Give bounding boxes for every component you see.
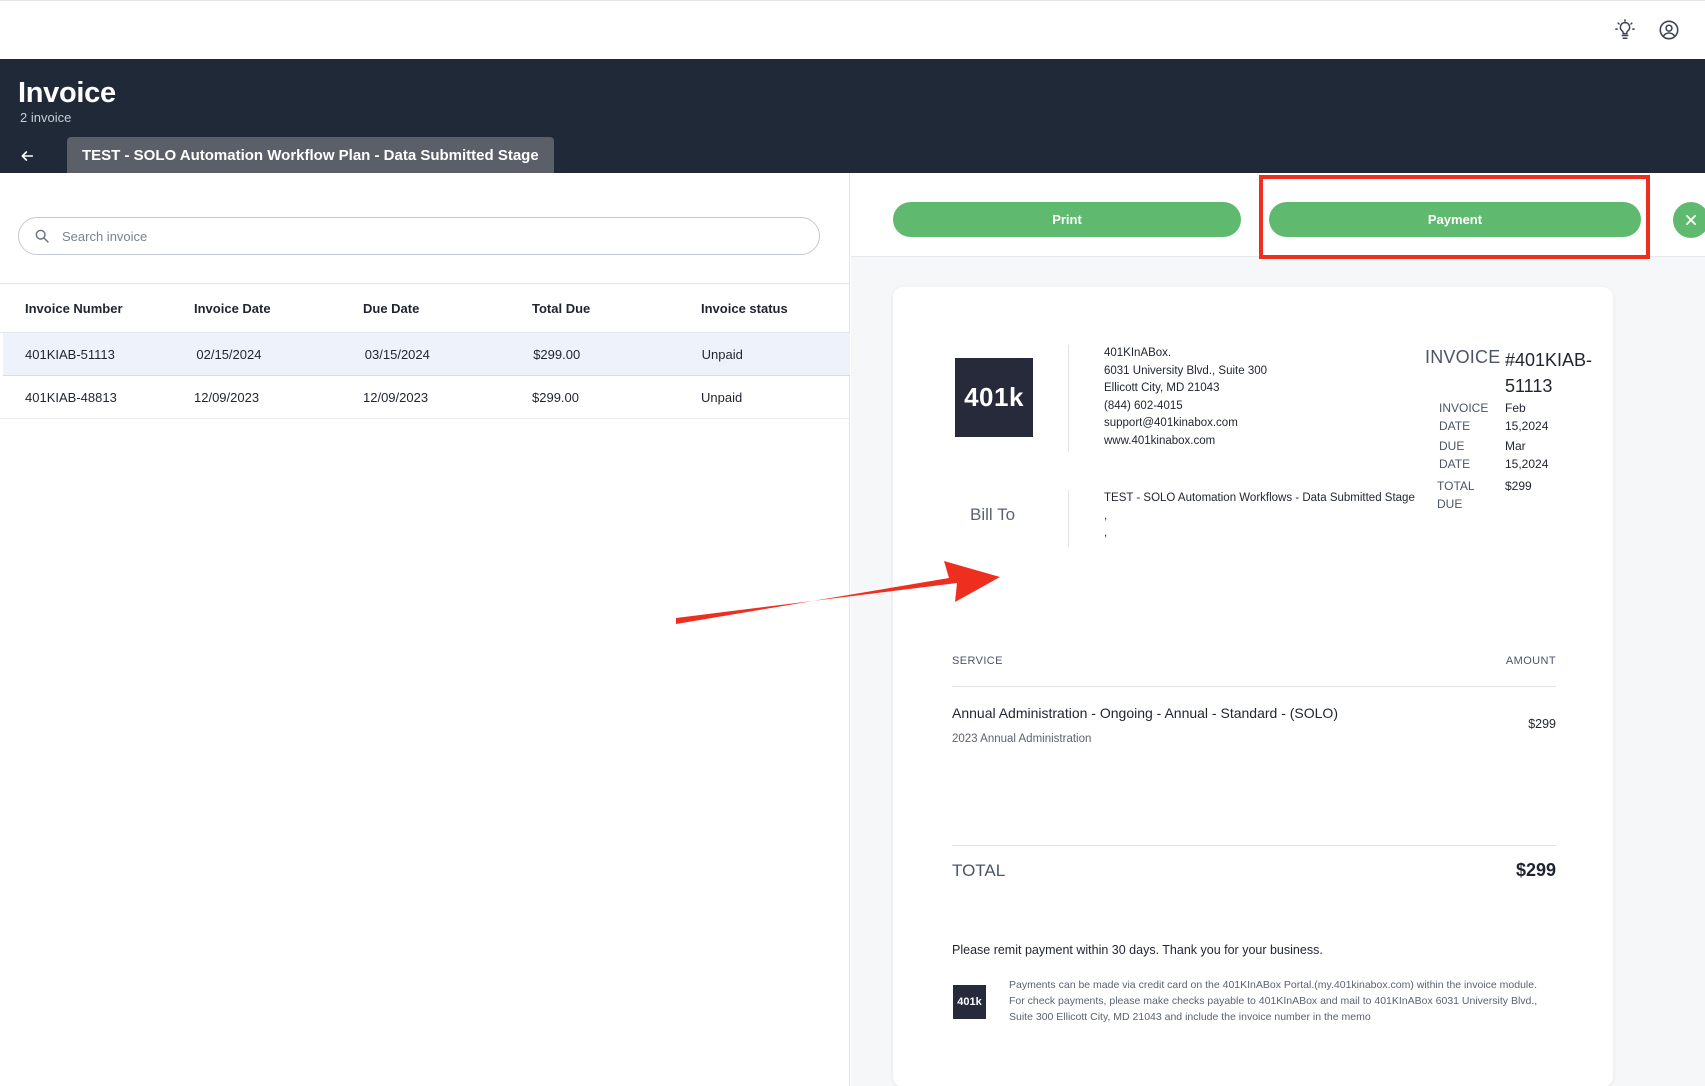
service-table-header: SERVICE AMOUNT — [952, 655, 1556, 667]
company-line: (844) 602-4015 — [1104, 399, 1183, 412]
bill-to-label: Bill To — [970, 505, 1016, 524]
company-line: 401KInABox. — [1104, 347, 1172, 359]
service-description: 2023 Annual Administration — [952, 733, 1092, 745]
search-input[interactable] — [62, 228, 762, 244]
search-bar[interactable] — [18, 217, 820, 255]
invoice-date-cell: 02/15/2024 — [196, 346, 262, 362]
due-date-label: DUE DATE — [1439, 439, 1471, 471]
tab-plan[interactable]: TEST - SOLO Automation Workflow Plan - D… — [67, 137, 554, 173]
invoice-number-cell: 401KIAB-51113 — [25, 346, 115, 362]
column-header-invoice-number[interactable]: Invoice Number — [0, 301, 169, 316]
total-due-cell: $299.00 — [533, 346, 581, 362]
back-arrow-icon[interactable] — [16, 145, 38, 167]
due-date-cell: 12/09/2023 — [363, 389, 429, 405]
invoice-date-value: Feb 15,2024 — [1505, 401, 1549, 433]
invoice-count: 2 invoice — [20, 110, 72, 125]
bill-to-address: TEST - SOLO Automation Workflows - Data … — [1104, 490, 1415, 543]
table-row[interactable]: 401KIAB-51113 02/15/2024 03/15/2024 $299… — [3, 333, 850, 376]
invoice-table: Invoice Number Invoice Date Due Date Tot… — [0, 283, 850, 419]
column-header-total-due[interactable]: Total Due — [507, 301, 676, 316]
service-name: Annual Administration - Ongoing - Annual… — [952, 705, 1338, 721]
page-header: Invoice 2 invoice TEST - SOLO Automation… — [0, 59, 1705, 173]
search-icon — [34, 227, 52, 245]
company-address: 401KInABox. 6031 University Blvd., Suite… — [1104, 345, 1267, 450]
invoice-list-panel: Invoice Number Invoice Date Due Date Tot… — [0, 173, 850, 1086]
divider — [952, 845, 1556, 846]
column-header-invoice-date[interactable]: Invoice Date — [169, 301, 338, 316]
due-date-value: Mar 15,2024 — [1505, 439, 1549, 471]
company-line: www.401kinabox.com — [1104, 434, 1216, 447]
app-root: Invoice 2 invoice TEST - SOLO Automation… — [0, 0, 1705, 1086]
account-circle-icon[interactable] — [1656, 17, 1682, 43]
divider — [1068, 490, 1069, 547]
company-line: support@401kinabox.com — [1104, 417, 1238, 429]
column-header-due-date[interactable]: Due Date — [338, 301, 507, 316]
amount-header: AMOUNT — [1505, 655, 1556, 667]
service-header: SERVICE — [952, 655, 1003, 667]
invoice-document: 401k 401KInABox. 6031 University Blvd., … — [893, 287, 1613, 1086]
company-line: Ellicott City, MD 21043 — [1104, 382, 1220, 394]
company-line: 6031 University Blvd., Suite 300 — [1104, 364, 1268, 377]
status-cell: Unpaid — [701, 346, 743, 362]
invoice-detail-panel: Print Payment 401k 401KInABox. 6031 Univ… — [851, 173, 1705, 1086]
total-due-cell: $299.00 — [532, 389, 579, 405]
total-due-label: TOTAL DUE — [1437, 479, 1475, 511]
service-amount: $299 — [1528, 717, 1556, 731]
invoice-number-cell: 401KIAB-48813 — [25, 389, 117, 405]
table-row[interactable]: 401KIAB-48813 12/09/2023 12/09/2023 $299… — [0, 376, 850, 419]
annotation-highlight-box — [1259, 175, 1650, 259]
invoice-number: #401KIAB-51113 — [1505, 350, 1593, 396]
print-button[interactable]: Print — [893, 202, 1241, 237]
payment-instructions: Payments can be made via credit card on … — [1009, 979, 1538, 1023]
invoice-label: INVOICE — [1425, 347, 1501, 367]
total-label: TOTAL — [952, 861, 1006, 880]
invoice-date-label: INVOICE DATE — [1439, 401, 1489, 433]
close-icon[interactable] — [1673, 202, 1705, 238]
status-cell: Unpaid — [701, 389, 743, 405]
total-value: $299 — [1515, 860, 1556, 880]
bill-to-line: , — [1104, 527, 1108, 539]
divider — [952, 686, 1556, 687]
column-header-invoice-status[interactable]: Invoice status — [676, 301, 850, 316]
table-header: Invoice Number Invoice Date Due Date Tot… — [0, 283, 850, 333]
total-due-value: $299 — [1505, 479, 1532, 493]
invoice-date-cell: 12/09/2023 — [194, 389, 260, 405]
remit-message: Please remit payment within 30 days. Tha… — [952, 943, 1323, 957]
lightbulb-icon[interactable] — [1612, 17, 1638, 43]
due-date-cell: 03/15/2024 — [364, 346, 430, 362]
bill-to-line: , — [1104, 509, 1108, 522]
bill-to-line: TEST - SOLO Automation Workflows - Data … — [1104, 492, 1415, 504]
top-bar — [0, 0, 1705, 59]
divider — [1068, 345, 1069, 452]
company-logo: 401k — [955, 358, 1033, 437]
footer-logo: 401k — [953, 985, 986, 1019]
action-bar: Print Payment — [851, 173, 1705, 259]
page-title: Invoice — [18, 77, 116, 109]
